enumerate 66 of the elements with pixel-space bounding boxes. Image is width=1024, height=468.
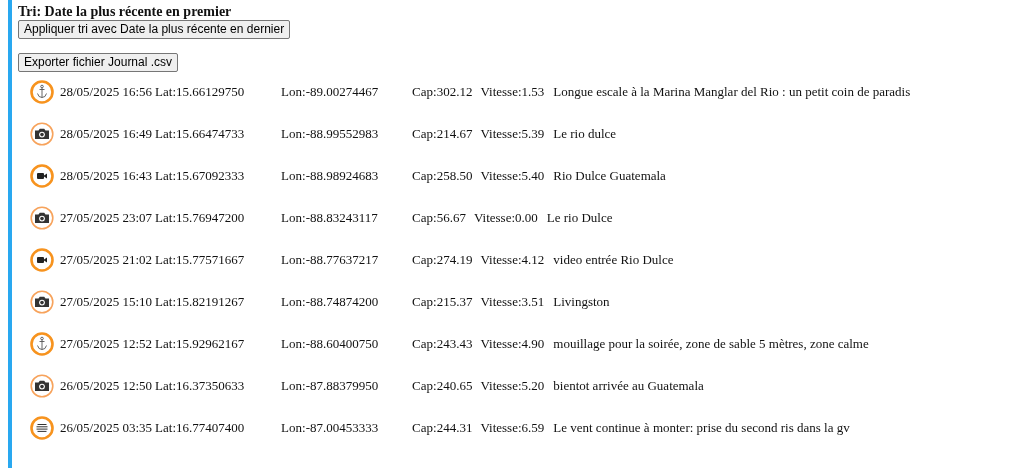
entry-heading: Cap:243.43 xyxy=(412,336,473,352)
entry-longitude: Lon:-87.00453333 xyxy=(281,420,380,436)
camera-icon xyxy=(30,122,54,146)
entry-datetime: 28/05/2025 16:56 xyxy=(60,84,153,100)
entry-heading: Cap:215.37 xyxy=(412,294,473,310)
entry-longitude: Lon:-88.83243117 xyxy=(281,210,379,226)
anchor-icon xyxy=(30,80,54,104)
entry-latitude: Lat:15.66129750 xyxy=(155,84,246,100)
entry-speed: Vitesse:6.59 xyxy=(480,420,545,436)
entry-comment: Longue escale à la Marina Manglar del Rio : un petit coin de paradis xyxy=(553,84,911,100)
entry-speed: Vitesse:5.40 xyxy=(480,168,545,184)
anchor-icon xyxy=(30,332,54,356)
entry-latitude: Lat:15.92962167 xyxy=(155,336,246,352)
entry-datetime: 26/05/2025 12:50 xyxy=(60,378,153,394)
camera-icon xyxy=(30,290,54,314)
entry-comment: Rio Dulce Guatemala xyxy=(553,168,666,184)
entry-comment: Le vent continue à monter: prise du second ris dans la gv xyxy=(553,420,850,436)
entry-latitude: Lat:15.82191267 xyxy=(155,294,246,310)
entry-longitude: Lon:-88.60400750 xyxy=(281,336,380,352)
export-button[interactable]: Exporter fichier Journal .csv xyxy=(18,53,179,72)
entry-latitude: Lat:15.67092333 xyxy=(155,168,246,184)
entry-comment: mouillage pour la soirée, zone de sable 5 mètres, zone calme xyxy=(553,336,869,352)
entry-longitude: Lon:-87.88379950 xyxy=(281,378,380,394)
entry-datetime: 27/05/2025 12:52 xyxy=(60,336,153,352)
entry-heading: Cap:214.67 xyxy=(412,126,473,142)
entry-latitude: Lat:16.77407400 xyxy=(155,420,246,436)
entry-heading: Cap:302.12 xyxy=(412,84,473,100)
sort-button[interactable]: Appliquer tri avec Date la plus récente en dernier xyxy=(18,20,291,39)
text-lines-icon xyxy=(30,416,54,440)
entry-datetime: 27/05/2025 23:07 xyxy=(60,210,153,226)
entry-speed: Vitesse:4.90 xyxy=(480,336,545,352)
video-camera-icon xyxy=(30,248,54,272)
entry-comment: Le rio dulce xyxy=(553,126,617,142)
entry-comment: bientot arrivée au Guatemala xyxy=(553,378,704,394)
entry-latitude: Lat:16.37350633 xyxy=(155,378,246,394)
entry-heading: Cap:56.67 xyxy=(412,210,466,226)
entry-longitude: Lon:-88.74874200 xyxy=(281,294,380,310)
entry-heading: Cap:240.65 xyxy=(412,378,473,394)
entry-speed: Vitesse:5.39 xyxy=(480,126,545,142)
entry-comment: video entrée Rio Dulce xyxy=(553,252,674,268)
entry-longitude: Lon:-88.98924683 xyxy=(281,168,380,184)
entry-datetime: 28/05/2025 16:49 xyxy=(60,126,153,142)
entry-speed: Vitesse:0.00 xyxy=(473,210,538,226)
entry-latitude: Lat:15.76947200 xyxy=(155,210,246,226)
entry-datetime: 26/05/2025 03:35 xyxy=(60,420,153,436)
entry-longitude: Lon:-88.99552983 xyxy=(281,126,380,142)
entry-latitude: Lat:15.77571667 xyxy=(155,252,246,268)
camera-icon xyxy=(30,374,54,398)
entry-heading: Cap:244.31 xyxy=(412,420,473,436)
entry-datetime: 27/05/2025 21:02 xyxy=(60,252,153,268)
entry-speed: Vitesse:4.12 xyxy=(480,252,545,268)
camera-icon xyxy=(30,206,54,230)
entry-comment: Le rio Dulce xyxy=(546,210,613,226)
entry-latitude: Lat:15.66474733 xyxy=(155,126,246,142)
entry-speed: Vitesse:1.53 xyxy=(480,84,545,100)
video-camera-icon xyxy=(30,164,54,188)
entry-datetime: 28/05/2025 16:43 xyxy=(60,168,153,184)
entry-speed: Vitesse:5.20 xyxy=(480,378,545,394)
sort-label: Tri: Date la plus récente en premier xyxy=(18,4,232,20)
entry-datetime: 27/05/2025 15:10 xyxy=(60,294,153,310)
entry-longitude: Lon:-88.77637217 xyxy=(281,252,380,268)
entry-comment: Livingston xyxy=(553,294,610,310)
entry-heading: Cap:258.50 xyxy=(412,168,473,184)
entry-longitude: Lon:-89.00274467 xyxy=(281,84,380,100)
entry-heading: Cap:274.19 xyxy=(412,252,473,268)
entry-speed: Vitesse:3.51 xyxy=(480,294,545,310)
